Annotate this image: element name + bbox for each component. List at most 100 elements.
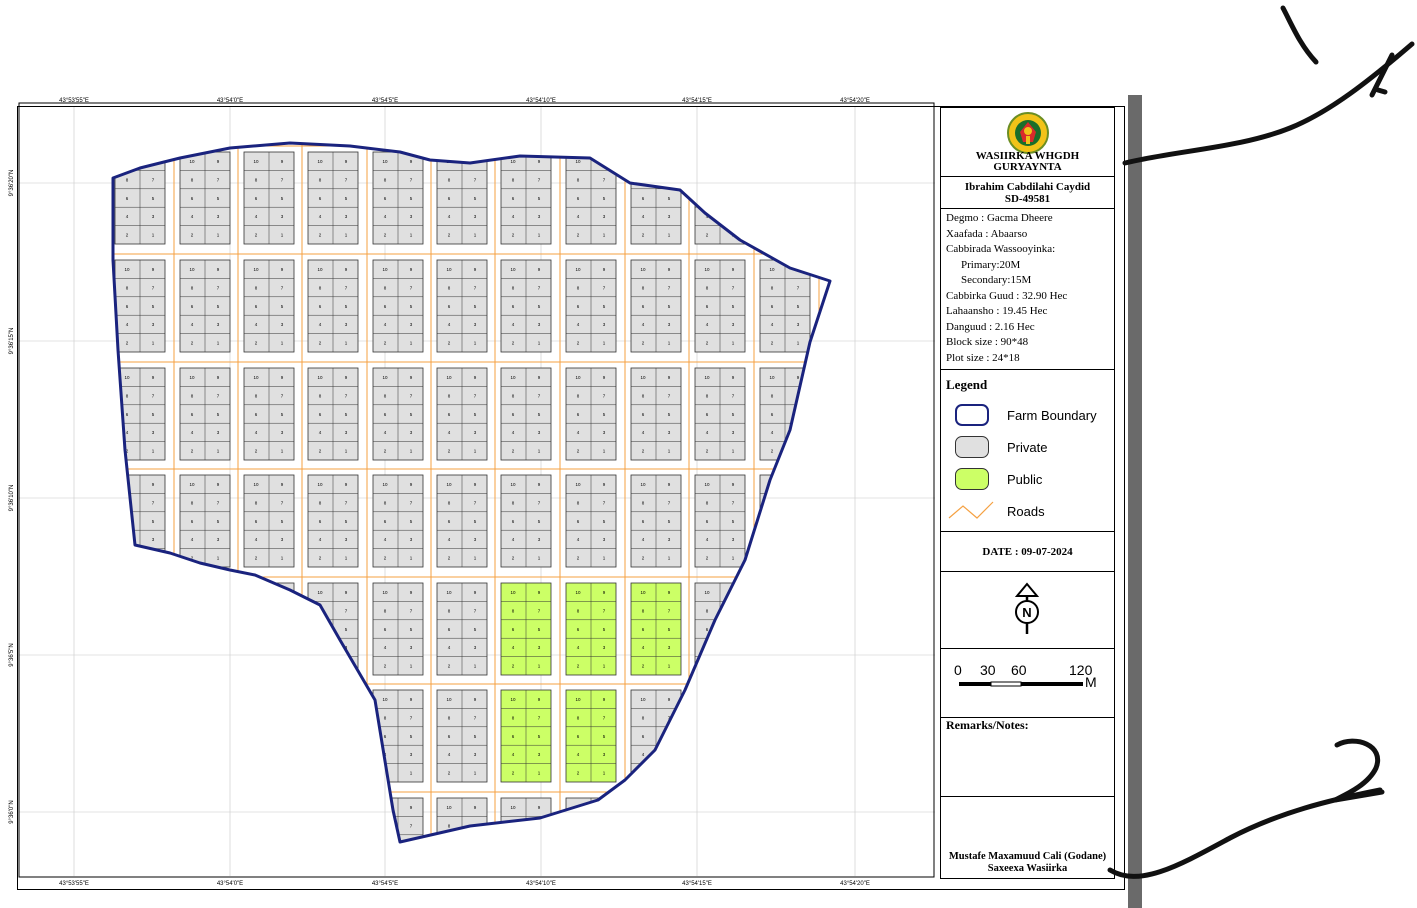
- plot-number: 6: [126, 519, 129, 524]
- plot-number: 5: [345, 842, 348, 847]
- plot-number: 6: [126, 734, 129, 739]
- plot-number: 9: [797, 159, 800, 164]
- plot-number: 7: [797, 608, 800, 613]
- coord-label-left: 9°36'10"N: [9, 485, 15, 512]
- plot-number: 7: [152, 823, 155, 828]
- plot-number: 2: [771, 233, 774, 238]
- info-degmo: Degmo : Gacma Dheere: [946, 212, 1053, 224]
- plot-number: 7: [281, 715, 284, 720]
- plot-number: 1: [797, 449, 800, 454]
- plot-number: 3: [797, 752, 800, 757]
- plot-number: 4: [706, 645, 709, 650]
- plot-number: 3: [345, 860, 348, 865]
- plot-number: 3: [797, 430, 800, 435]
- plot-number: 5: [217, 842, 220, 847]
- plot-number: 9: [797, 482, 800, 487]
- plot-number: 10: [189, 697, 195, 702]
- plot-number: 4: [191, 645, 194, 650]
- plot-number: 1: [668, 879, 671, 884]
- plot-number: 4: [191, 860, 194, 865]
- owner-block: Ibrahim Cabdilahi Caydid SD-49581: [941, 177, 1114, 209]
- plot-number: 7: [668, 823, 671, 828]
- plot-number: 5: [668, 734, 671, 739]
- plot-number: 4: [771, 537, 774, 542]
- plot-number: 8: [771, 715, 774, 720]
- plot-number: 10: [575, 697, 581, 702]
- signatory-title: Saxeexa Wasiirka: [987, 863, 1068, 874]
- plot-number: 10: [446, 482, 452, 487]
- plot-number: 10: [640, 482, 646, 487]
- plot-number: 2: [771, 771, 774, 776]
- plot-number: 1: [410, 879, 413, 884]
- plot-number: 9: [732, 590, 735, 595]
- plot-number: 10: [446, 805, 452, 810]
- plot-number: 10: [382, 697, 388, 702]
- plot-number: 10: [510, 482, 516, 487]
- plot-number: 1: [668, 771, 671, 776]
- plot-number: 8: [771, 500, 774, 505]
- legend-item-public: Public: [955, 468, 1115, 492]
- plot-number: 10: [704, 482, 710, 487]
- parcel-block: [694, 689, 746, 783]
- plot-number: 8: [191, 608, 194, 613]
- plot-number: 7: [797, 715, 800, 720]
- plot-number: 1: [797, 664, 800, 669]
- plot-number: 7: [281, 823, 284, 828]
- scale-bar-block: 0 30 60 120 M: [941, 649, 1114, 718]
- north-arrow-icon: N: [1014, 582, 1040, 634]
- plot-number: 1: [152, 556, 155, 561]
- plot-number: 2: [126, 879, 129, 884]
- plot-number: 5: [797, 627, 800, 632]
- plot-number: 6: [126, 842, 129, 847]
- plot-number: 9: [152, 590, 155, 595]
- plot-number: 4: [706, 752, 709, 757]
- plot-number: 10: [704, 805, 710, 810]
- plot-number: 10: [253, 482, 259, 487]
- plot-number: 2: [191, 664, 194, 669]
- plot-number: 10: [189, 375, 195, 380]
- plot-number: 5: [797, 196, 800, 201]
- plot-number: 5: [538, 842, 541, 847]
- plot-number: 7: [538, 823, 541, 828]
- plot-number: 6: [448, 842, 451, 847]
- plot-number: 10: [704, 697, 710, 702]
- plot-number: 5: [603, 842, 606, 847]
- plot-number: 10: [575, 590, 581, 595]
- plot-number: 6: [706, 196, 709, 201]
- plot-number: 8: [319, 823, 322, 828]
- plot-number: 6: [255, 627, 258, 632]
- plot-number: 7: [732, 715, 735, 720]
- plot-number: 8: [706, 715, 709, 720]
- plot-number: 8: [191, 715, 194, 720]
- plot-number: 10: [510, 805, 516, 810]
- plot-number: 8: [319, 715, 322, 720]
- plot-number: 10: [253, 697, 259, 702]
- plot-number: 3: [732, 860, 735, 865]
- plot-number: 1: [345, 664, 348, 669]
- plot-number: 4: [642, 860, 645, 865]
- remarks-label: Remarks/Notes:: [946, 718, 1029, 732]
- plot-number: 1: [797, 771, 800, 776]
- plot-number: 10: [253, 805, 259, 810]
- plot-number: 5: [281, 627, 284, 632]
- plot-number: 1: [732, 879, 735, 884]
- plot-number: 9: [217, 805, 220, 810]
- plot-number: 9: [668, 805, 671, 810]
- plot-number: 7: [732, 823, 735, 828]
- plot-number: 3: [797, 537, 800, 542]
- plot-number: 3: [217, 752, 220, 757]
- plot-number: 5: [732, 627, 735, 632]
- plot-number: 10: [189, 159, 195, 164]
- coord-label-bottom: 43°54'15"E: [682, 881, 712, 887]
- plot-number: 3: [668, 860, 671, 865]
- plot-number: 10: [124, 697, 130, 702]
- plot-number: 8: [255, 608, 258, 613]
- plot-number: 6: [255, 842, 258, 847]
- plot-number: 5: [797, 842, 800, 847]
- plot-number: 4: [448, 860, 451, 865]
- plot-number: 3: [152, 645, 155, 650]
- plot-number: 2: [577, 879, 580, 884]
- plot-number: 1: [732, 771, 735, 776]
- plot-number: 6: [771, 519, 774, 524]
- plot-number: 5: [410, 842, 413, 847]
